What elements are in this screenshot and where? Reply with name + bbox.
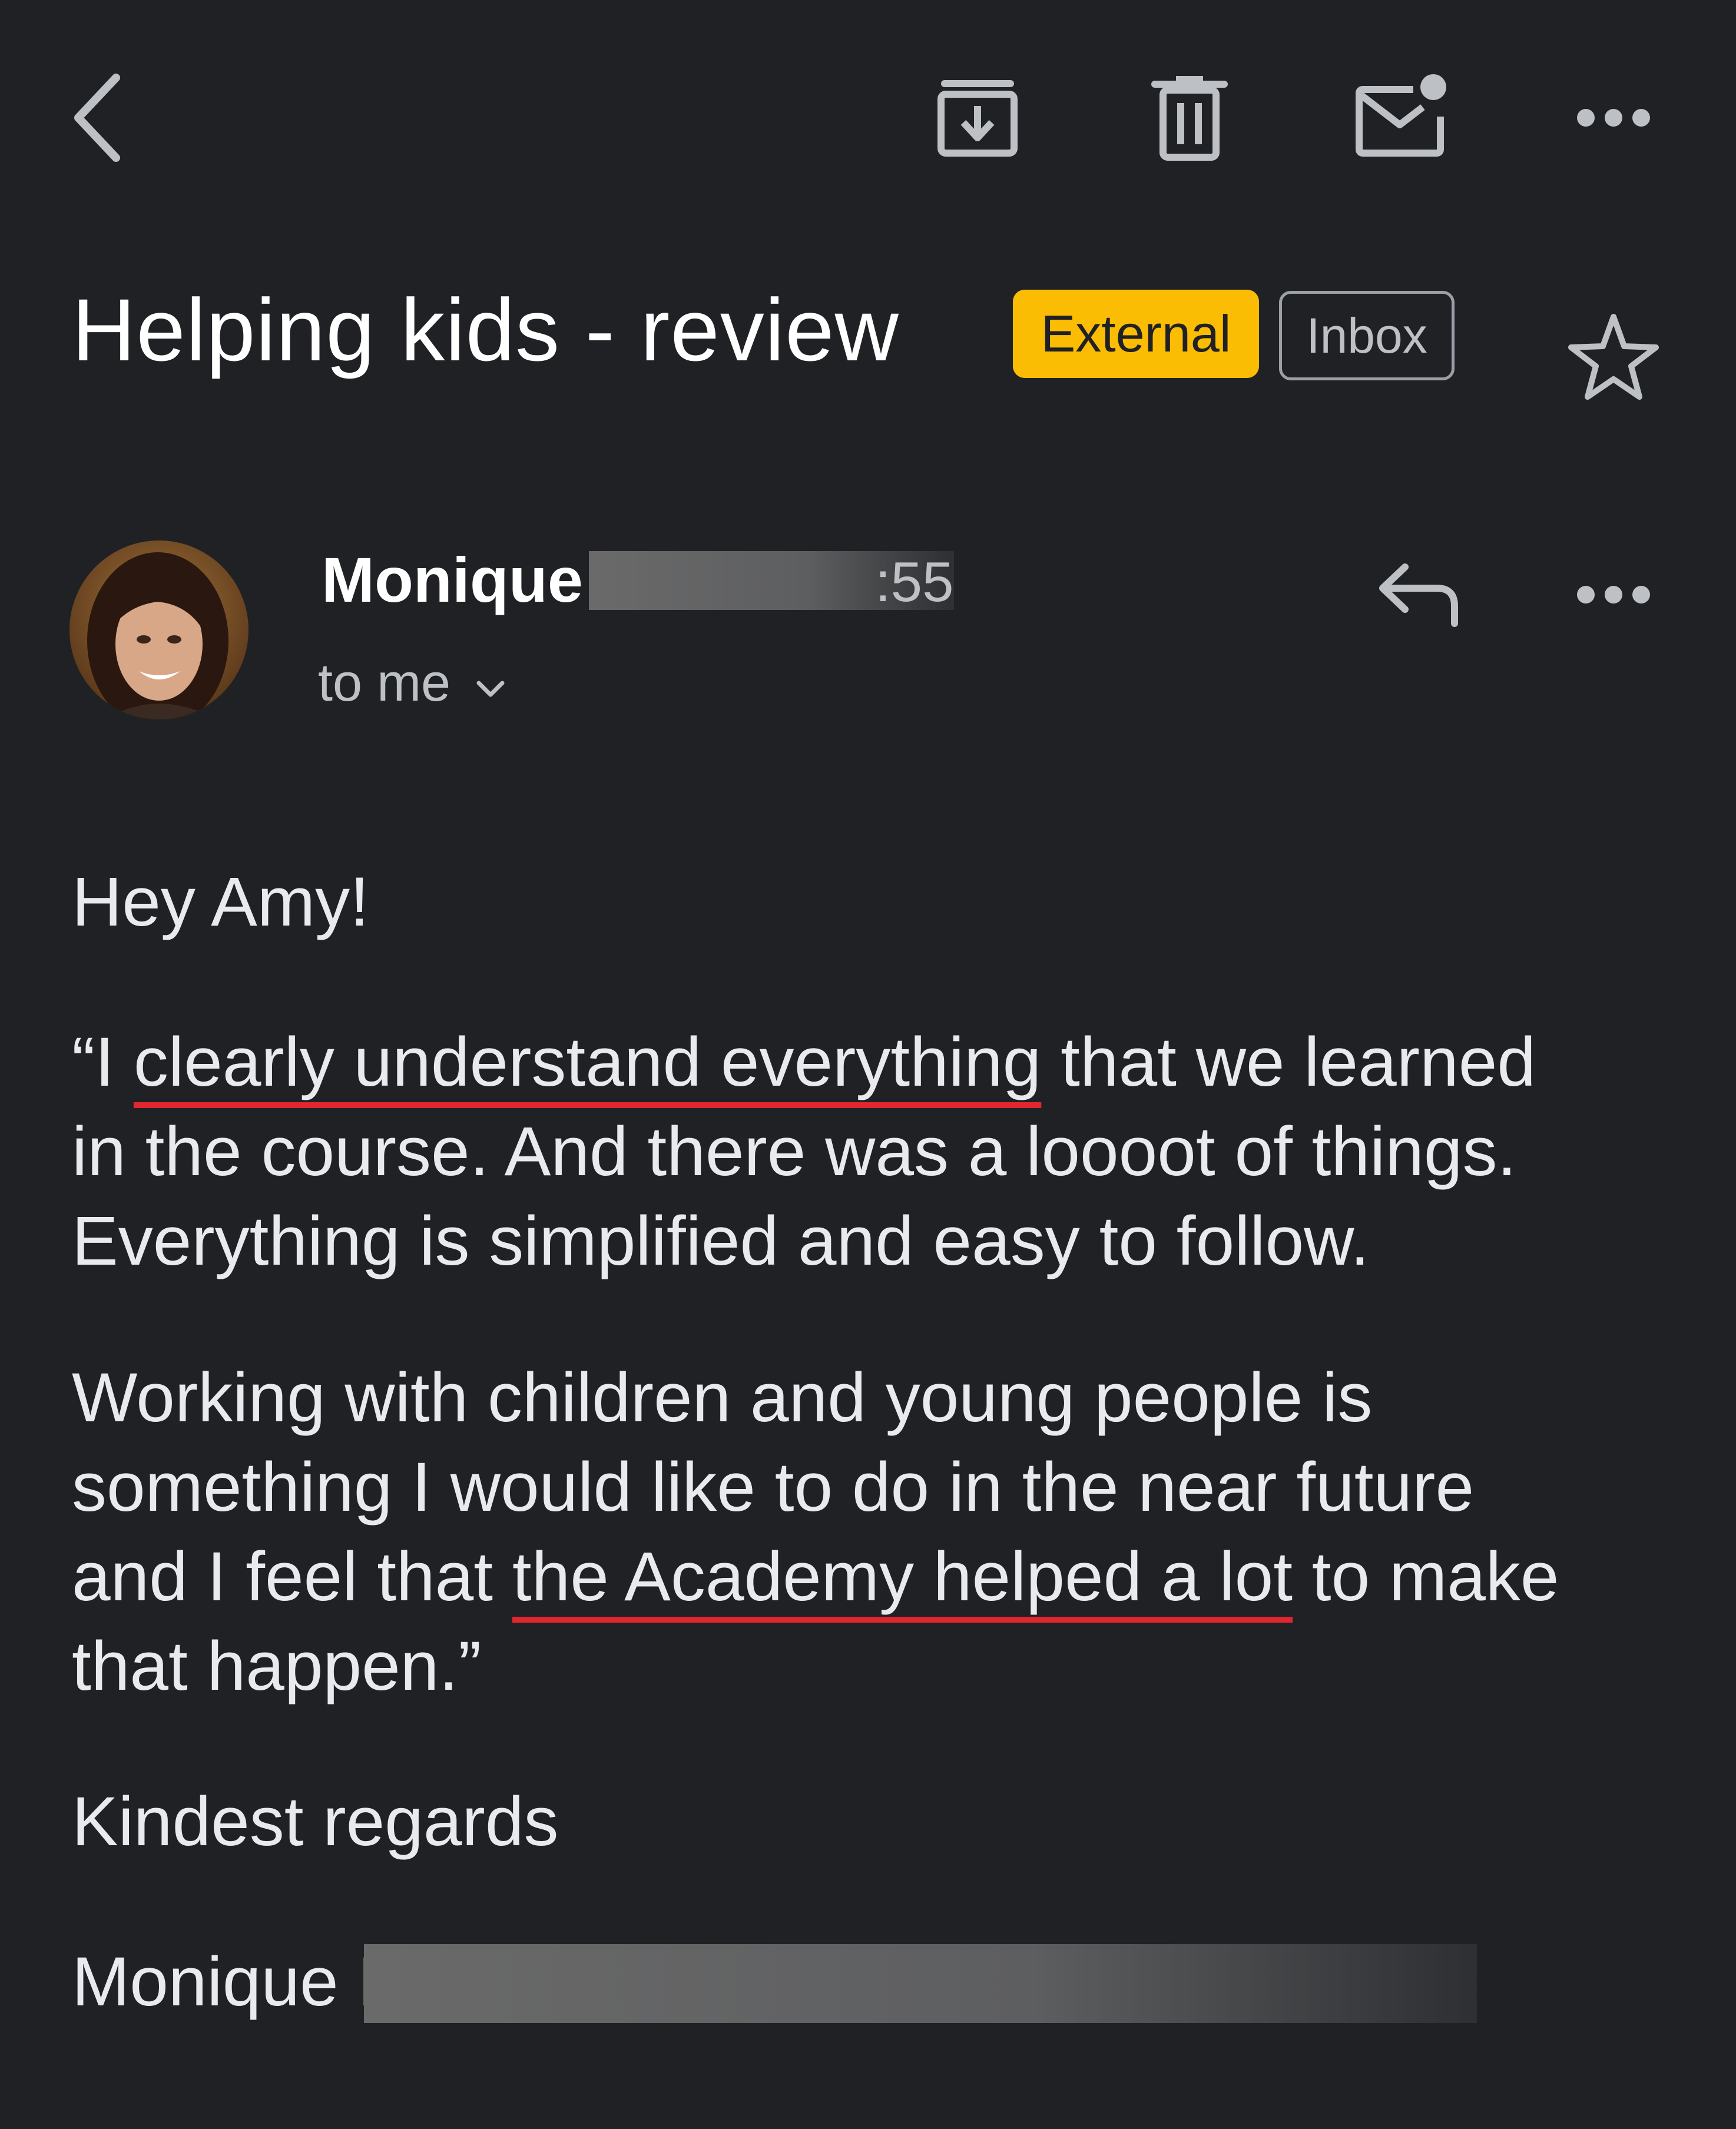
reply-button[interactable] [1372, 553, 1466, 636]
message-closing: Kindest regards [72, 1783, 559, 1861]
archive-button[interactable] [925, 71, 1031, 165]
highlighted-phrase: the Academy helped a lot [512, 1538, 1293, 1616]
delete-button[interactable] [1137, 71, 1243, 165]
paragraph-line: Everything is simplified and easy to fol… [72, 1202, 1370, 1280]
paragraph-line: Working with children and young people i… [72, 1359, 1373, 1437]
paragraph-line: in the course. And there was a loooot of… [72, 1113, 1517, 1190]
mail-unread-icon [1354, 71, 1449, 159]
paragraph-line: and I feel that the Academy helped a lot… [72, 1538, 1559, 1616]
star-button[interactable] [1561, 306, 1667, 406]
message-greeting: Hey Amy! [72, 863, 369, 941]
paragraph-line: “I clearly understand everything that we… [72, 1023, 1536, 1101]
chevron-down-icon [450, 648, 507, 718]
external-label-badge: External [1013, 290, 1259, 378]
star-icon [1566, 312, 1661, 400]
inbox-label-badge[interactable]: Inbox [1279, 291, 1455, 380]
trash-icon [1151, 74, 1228, 162]
reply-icon [1378, 562, 1460, 627]
highlighted-phrase: clearly understand everything [133, 1023, 1042, 1101]
message-paragraph-2: Working with children and young people i… [72, 1353, 1697, 1711]
message-paragraph-1: “I clearly understand everything that we… [72, 1017, 1697, 1286]
recipient-label: to me [318, 654, 451, 712]
email-subject: Helping kids - review [72, 280, 899, 379]
recipient-details-toggle[interactable]: to me [318, 648, 507, 718]
signature-name: Monique D [72, 1937, 408, 2027]
more-horizontal-icon [1575, 583, 1652, 606]
chevron-left-icon [68, 71, 127, 165]
redacted-signature [364, 1944, 1477, 2023]
more-horizontal-icon [1575, 106, 1652, 130]
archive-icon [936, 77, 1019, 159]
message-more-options-button[interactable] [1561, 565, 1667, 624]
back-button[interactable] [59, 65, 135, 171]
paragraph-line: that happen.” [72, 1627, 482, 1705]
email-timestamp: :55 [875, 551, 954, 614]
more-options-button[interactable] [1561, 88, 1667, 147]
sender-avatar[interactable] [69, 540, 249, 719]
mark-unread-button[interactable] [1349, 65, 1455, 165]
paragraph-line: something I would like to do in the near… [72, 1448, 1475, 1526]
